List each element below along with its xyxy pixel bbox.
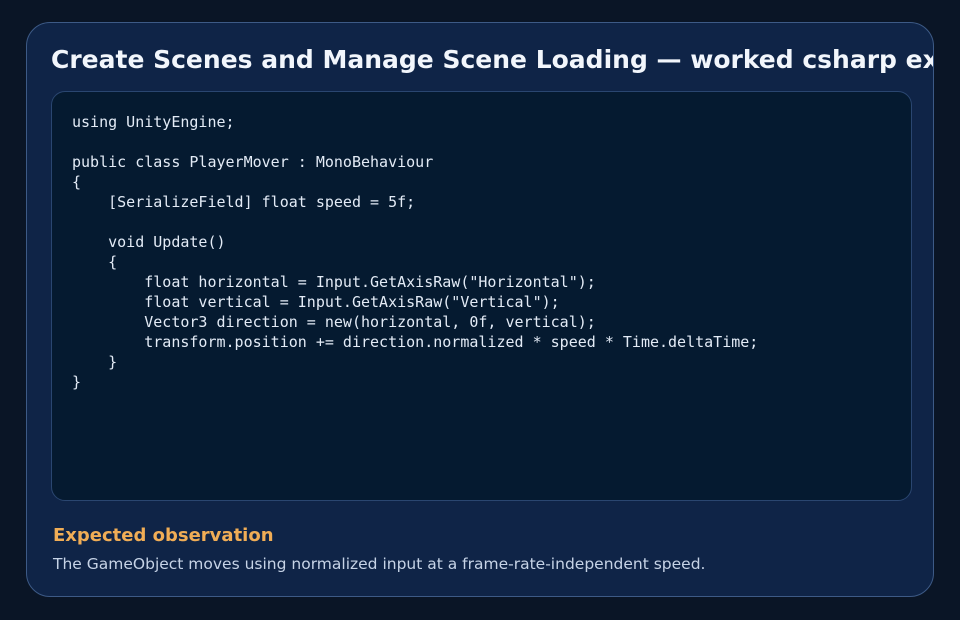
code-line: [SerializeField] float speed = 5f;: [72, 193, 416, 211]
code-line: using UnityEngine;: [72, 113, 235, 131]
code-line: public class PlayerMover : MonoBehaviour: [72, 153, 434, 171]
code-line: {: [72, 173, 82, 191]
code-line: }: [72, 353, 118, 371]
code-line: {: [72, 253, 118, 271]
observation-text: The GameObject moves using normalized in…: [53, 555, 706, 573]
observation-heading: Expected observation: [53, 525, 274, 546]
code-line: float vertical = Input.GetAxisRaw("Verti…: [72, 293, 560, 311]
code-line: Vector3 direction = new(horizontal, 0f, …: [72, 313, 596, 331]
page-title: Create Scenes and Manage Scene Loading —…: [51, 45, 934, 74]
code-line: }: [72, 373, 82, 391]
code-block: using UnityEngine; public class PlayerMov…: [72, 112, 758, 392]
example-card: Create Scenes and Manage Scene Loading —…: [26, 22, 934, 597]
code-panel[interactable]: using UnityEngine; public class PlayerMov…: [51, 91, 912, 501]
code-line: transform.position += direction.normaliz…: [72, 333, 759, 351]
code-line: void Update(): [72, 233, 226, 251]
code-line: float horizontal = Input.GetAxisRaw("Hor…: [72, 273, 596, 291]
